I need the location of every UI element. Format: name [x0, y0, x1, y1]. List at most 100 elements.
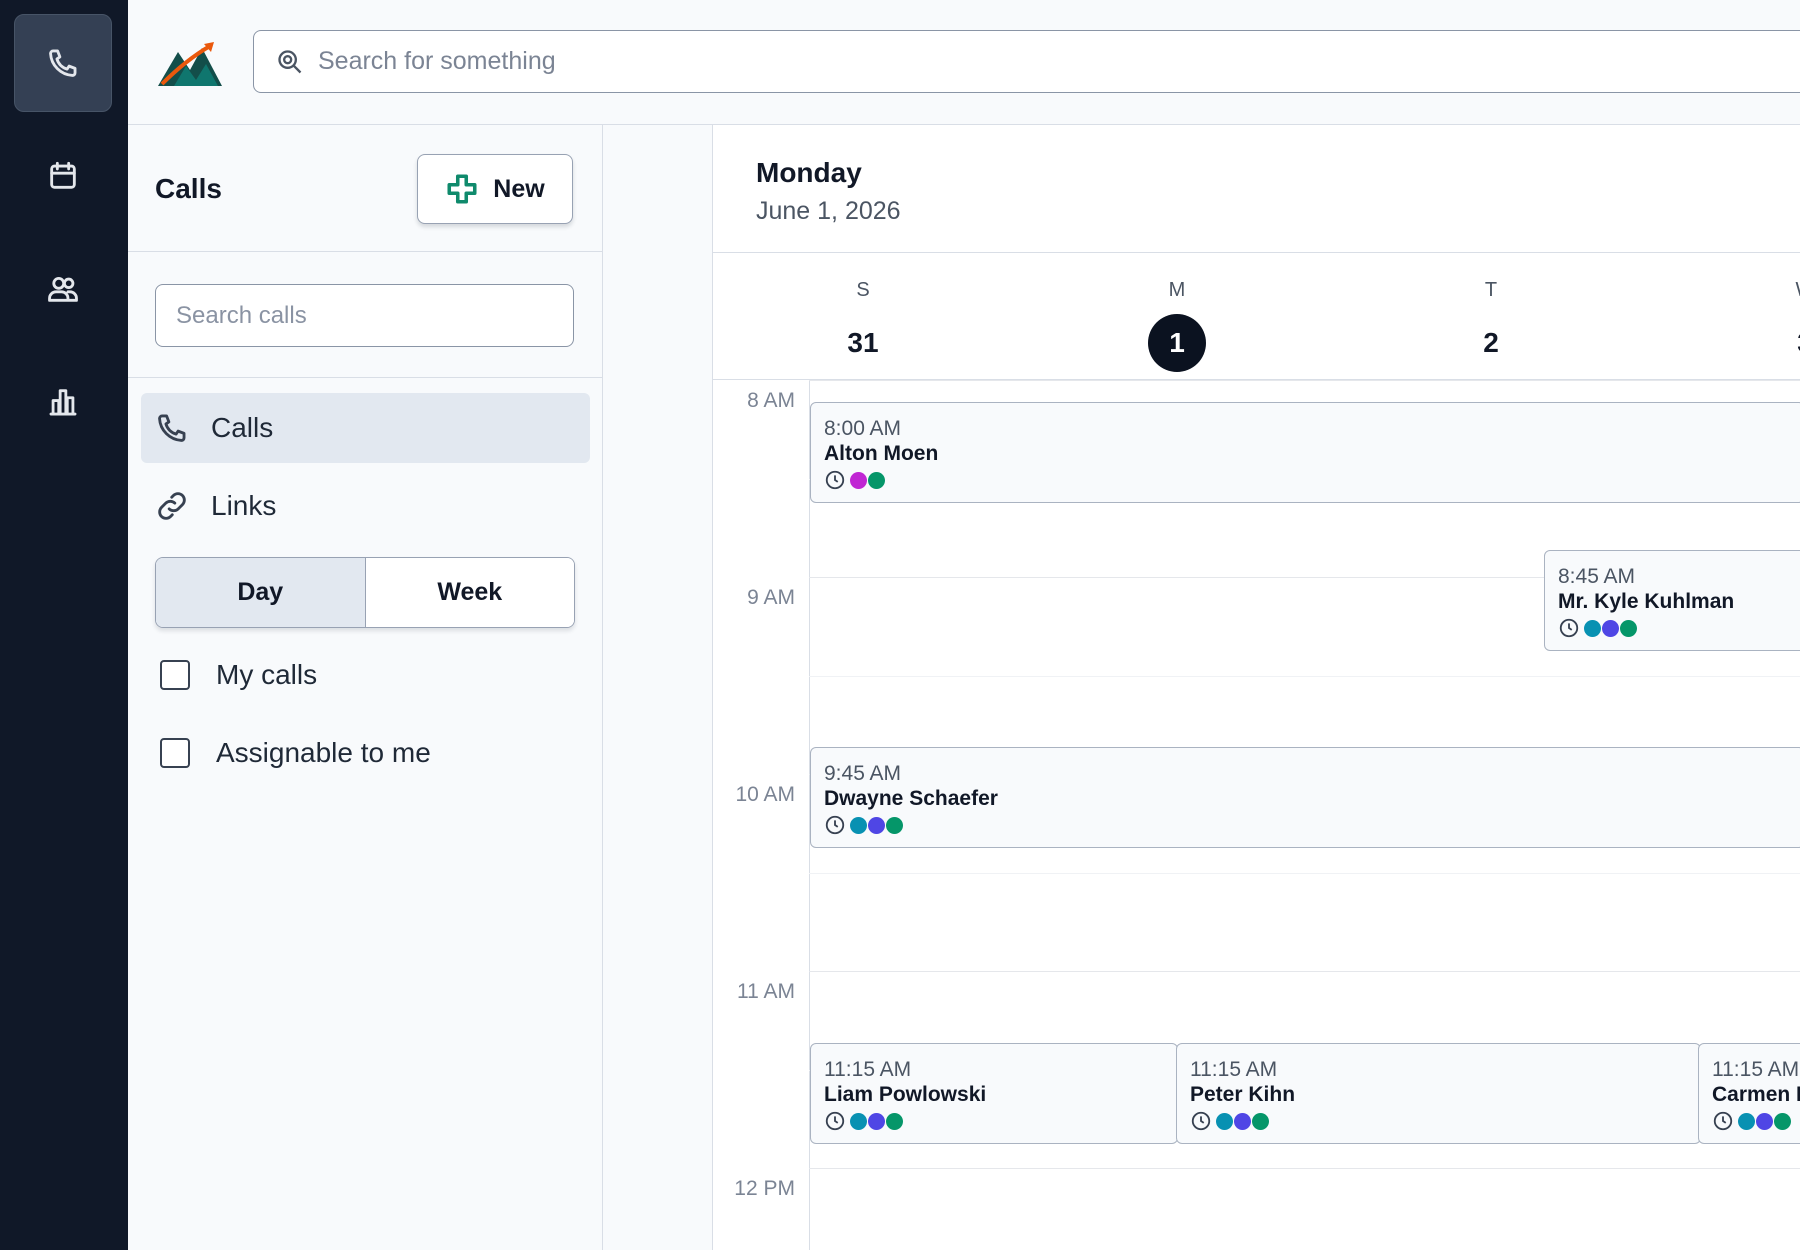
participant-dot: [868, 471, 885, 489]
participant-dot: [868, 816, 885, 834]
call-event[interactable]: 11:15 AM Liam Powlowski: [810, 1043, 1178, 1144]
rail-reports-button[interactable]: [14, 353, 112, 451]
half-hour-line: [809, 873, 1800, 874]
clock-icon: [1559, 618, 1579, 638]
participant-dot: [1216, 1112, 1233, 1130]
day-of-week: S: [856, 279, 870, 301]
my-calls-checkbox[interactable]: [160, 660, 190, 690]
event-participants: [824, 1110, 1177, 1132]
new-call-button[interactable]: New: [417, 154, 573, 224]
my-calls-filter[interactable]: My calls: [160, 659, 317, 691]
call-event[interactable]: 11:15 AM Peter Kihn: [1176, 1043, 1701, 1144]
rail-contacts-button[interactable]: [14, 240, 112, 338]
users-icon: [48, 276, 78, 302]
event-time: 9:45 AM: [824, 762, 902, 785]
event-name: Peter Kihn: [1190, 1083, 1296, 1106]
participant-dot: [1252, 1112, 1269, 1130]
time-label: 10 AM: [735, 783, 795, 806]
participant-dot: [1602, 619, 1619, 637]
nav-item-label: Links: [211, 490, 277, 521]
day-strip: S 31 M 1 T 2 W 3: [713, 252, 1800, 380]
time-label: 11 AM: [737, 980, 795, 1003]
participant-dot: [1774, 1112, 1791, 1130]
hour-line: [809, 971, 1800, 972]
call-event[interactable]: 8:00 AM Alton Moen: [810, 402, 1800, 503]
rail-calls-button[interactable]: [14, 14, 112, 112]
calendar-main: Monday June 1, 2026 S 31 M 1 T 2 W 3 8: [712, 125, 1800, 1250]
day-number-today[interactable]: 1: [1148, 314, 1206, 372]
app-rail: [0, 0, 128, 1250]
nav-item-calls[interactable]: Calls: [141, 393, 590, 463]
plus-icon: [447, 174, 477, 204]
panel-search-section: [128, 252, 602, 378]
event-name: Carmen Pacocha: [1712, 1083, 1800, 1106]
clock-icon: [1713, 1111, 1733, 1131]
participant-dot: [886, 1112, 903, 1130]
top-bar: [128, 0, 1800, 125]
calendar-icon: [50, 161, 76, 189]
participant-dot: [850, 816, 867, 834]
event-name: Mr. Kyle Kuhlman: [1558, 590, 1735, 613]
search-calls-input[interactable]: [155, 284, 574, 347]
time-label: 9 AM: [747, 586, 795, 609]
time-grid: 8:00 AM Alton Moen 8:45 AM Mr. Kyle Kuhl…: [713, 380, 1800, 1250]
participant-dot: [1756, 1112, 1773, 1130]
nav-item-label: Calls: [211, 412, 274, 443]
calls-panel: Calls New Calls Links Day Week My calls …: [128, 125, 603, 1250]
phone-icon: [49, 49, 77, 77]
clock-icon: [825, 815, 845, 835]
time-label: 12 PM: [734, 1177, 795, 1200]
time-label: 8 AM: [747, 389, 795, 412]
call-event[interactable]: 8:45 AM Mr. Kyle Kuhlman: [1544, 550, 1800, 651]
day-of-week: T: [1484, 279, 1498, 301]
event-time: 8:00 AM: [824, 417, 902, 440]
hour-line: [809, 380, 1800, 381]
call-event[interactable]: 11:15 AM Carmen Pacocha: [1698, 1043, 1800, 1144]
panel-header: Calls New: [128, 125, 602, 252]
rail-calendar-button[interactable]: [14, 127, 112, 225]
week-view-button[interactable]: Week: [365, 558, 574, 627]
event-name: Dwayne Schaefer: [824, 787, 998, 810]
hour-line: [809, 1168, 1800, 1169]
event-participants: [1712, 1110, 1800, 1132]
participant-dot: [850, 471, 867, 489]
search-icon: [278, 49, 302, 73]
new-call-label: New: [493, 174, 545, 203]
participant-dot: [1738, 1112, 1755, 1130]
panel-title: Calls: [155, 173, 222, 204]
day-date: June 1, 2026: [756, 197, 901, 225]
global-search-input[interactable]: [318, 47, 1718, 76]
link-icon: [158, 492, 186, 520]
participant-dot: [886, 816, 903, 834]
clock-icon: [1191, 1111, 1211, 1131]
event-time: 8:45 AM: [1558, 565, 1636, 588]
participant-dot: [1620, 619, 1637, 637]
day-of-week: W: [1765, 279, 1800, 302]
participant-dot: [1234, 1112, 1251, 1130]
day-number[interactable]: 2: [1462, 314, 1520, 372]
assignable-checkbox[interactable]: [160, 738, 190, 768]
event-participants: [824, 814, 1800, 836]
event-participants: [1558, 617, 1800, 639]
event-time: 11:15 AM: [1712, 1058, 1800, 1081]
day-title: Monday: [756, 157, 862, 188]
day-view-button[interactable]: Day: [156, 558, 366, 627]
phone-icon: [158, 414, 186, 442]
event-participants: [824, 469, 1800, 491]
event-time: 11:15 AM: [824, 1058, 912, 1081]
day-number[interactable]: 31: [834, 314, 892, 372]
view-toggle: Day Week: [155, 557, 575, 628]
nav-item-links[interactable]: Links: [141, 471, 590, 541]
brand-logo: [158, 42, 222, 86]
day-number[interactable]: 3: [1776, 314, 1800, 372]
call-event[interactable]: 9:45 AM Dwayne Schaefer: [810, 747, 1800, 848]
my-calls-label: My calls: [216, 659, 318, 690]
event-participants: [1190, 1110, 1700, 1132]
event-name: Liam Powlowski: [824, 1083, 987, 1106]
global-search[interactable]: [253, 30, 1800, 93]
clock-icon: [825, 1111, 845, 1131]
participant-dot: [850, 1112, 867, 1130]
assignable-filter[interactable]: Assignable to me: [160, 737, 431, 769]
calendar-view: Monday June 1, 2026 S 31 M 1 T 2 W 3 8: [603, 125, 1800, 1250]
assignable-label: Assignable to me: [216, 737, 431, 768]
